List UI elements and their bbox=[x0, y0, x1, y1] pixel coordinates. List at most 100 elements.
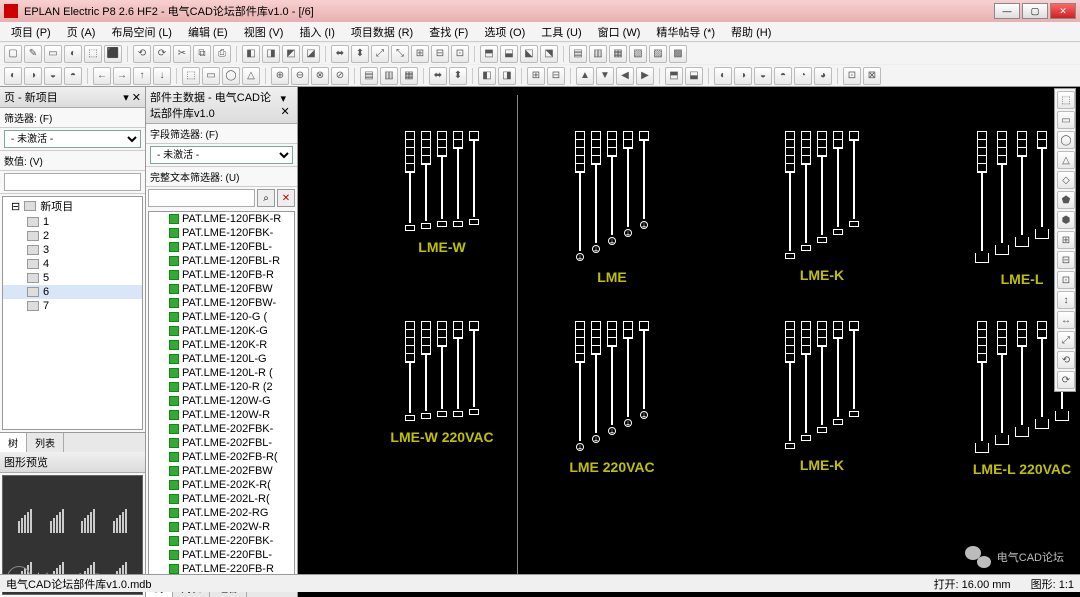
toolbar-button[interactable]: ▤ bbox=[360, 67, 378, 85]
toolbar-button[interactable]: ▩ bbox=[669, 45, 687, 63]
toolbar-button[interactable]: ◑ bbox=[734, 67, 752, 85]
panel-pin-icon[interactable]: ▾ ✕ bbox=[281, 92, 294, 118]
numeric-input[interactable] bbox=[4, 173, 141, 191]
part-item[interactable]: PAT.LME-202FBK- bbox=[149, 422, 294, 436]
part-item[interactable]: PAT.LME-120K-R bbox=[149, 338, 294, 352]
tree-page[interactable]: 7 bbox=[3, 299, 142, 313]
toolbar-button[interactable]: ▥ bbox=[589, 45, 607, 63]
toolbar-button[interactable]: ⊖ bbox=[291, 67, 309, 85]
menu-item[interactable]: 视图 (V) bbox=[237, 22, 291, 42]
toolbar-button[interactable]: ◩ bbox=[282, 45, 300, 63]
tab-list[interactable]: 列表 bbox=[27, 433, 64, 452]
toolbar-button[interactable]: ▧ bbox=[629, 45, 647, 63]
part-item[interactable]: PAT.LME-120FB-R bbox=[149, 268, 294, 282]
toolbar-button[interactable]: ▥ bbox=[380, 67, 398, 85]
part-item[interactable]: PAT.LME-220FBL- bbox=[149, 548, 294, 562]
tool-button[interactable]: ↔ bbox=[1057, 311, 1075, 329]
filter-apply-button[interactable]: ⌕ bbox=[257, 189, 275, 207]
part-item[interactable]: PAT.LME-120W-G bbox=[149, 394, 294, 408]
tool-button[interactable]: ⊟ bbox=[1057, 251, 1075, 269]
part-item[interactable]: PAT.LME-202FBW bbox=[149, 464, 294, 478]
part-item[interactable]: PAT.LME-120FBL-R bbox=[149, 254, 294, 268]
tool-button[interactable]: ▭ bbox=[1057, 111, 1075, 129]
toolbar-button[interactable]: ⊟ bbox=[547, 67, 565, 85]
part-item[interactable]: PAT.LME-120FBK-R bbox=[149, 212, 294, 226]
tool-button[interactable]: ↕ bbox=[1057, 291, 1075, 309]
tool-button[interactable]: ⊞ bbox=[1057, 231, 1075, 249]
toolbar-button[interactable]: ⤢ bbox=[371, 45, 389, 63]
part-item[interactable]: PAT.LME-202L-R( bbox=[149, 492, 294, 506]
filter-combo[interactable]: - 未激活 - bbox=[4, 130, 141, 148]
toolbar-button[interactable]: ◯ bbox=[222, 67, 240, 85]
close-button[interactable]: ✕ bbox=[1050, 3, 1076, 19]
menu-item[interactable]: 项目 (P) bbox=[4, 22, 58, 42]
tool-button[interactable]: ⬟ bbox=[1057, 191, 1075, 209]
menu-item[interactable]: 帮助 (H) bbox=[724, 22, 778, 42]
toolbar-button[interactable]: ⎙ bbox=[213, 45, 231, 63]
part-item[interactable]: PAT.LME-120-G ( bbox=[149, 310, 294, 324]
toolbar-button[interactable]: ⊟ bbox=[431, 45, 449, 63]
filter-clear-button[interactable]: ✕ bbox=[277, 189, 295, 207]
toolbar-button[interactable]: ⊞ bbox=[527, 67, 545, 85]
fulltext-filter-input[interactable] bbox=[148, 189, 255, 207]
part-item[interactable]: PAT.LME-120FBW bbox=[149, 282, 294, 296]
toolbar-button[interactable]: ◧ bbox=[478, 67, 496, 85]
toolbar-button[interactable]: ← bbox=[93, 67, 111, 85]
toolbar-button[interactable]: ◐ bbox=[64, 45, 82, 63]
tool-button[interactable]: ⬚ bbox=[1057, 91, 1075, 109]
toolbar-button[interactable]: ▨ bbox=[649, 45, 667, 63]
toolbar-button[interactable]: ⬚ bbox=[84, 45, 102, 63]
tool-button[interactable]: ⊡ bbox=[1057, 271, 1075, 289]
tab-tree[interactable]: 树 bbox=[0, 433, 27, 452]
toolbar-button[interactable]: △ bbox=[242, 67, 260, 85]
tree-page[interactable]: 5 bbox=[3, 271, 142, 285]
menu-item[interactable]: 项目数据 (R) bbox=[344, 22, 420, 42]
menu-item[interactable]: 布局空间 (L) bbox=[104, 22, 179, 42]
toolbar-button[interactable]: ◒ bbox=[754, 67, 772, 85]
toolbar-button[interactable]: ⬒ bbox=[480, 45, 498, 63]
toolbar-button[interactable]: ⊡ bbox=[843, 67, 861, 85]
part-item[interactable]: PAT.LME-120FBL- bbox=[149, 240, 294, 254]
toolbar-button[interactable]: ▼ bbox=[596, 67, 614, 85]
toolbar-button[interactable]: ◨ bbox=[498, 67, 516, 85]
toolbar-button[interactable]: ⬚ bbox=[182, 67, 200, 85]
panel-pin-icon[interactable]: ▾ ✕ bbox=[123, 91, 141, 104]
toolbar-button[interactable]: ◔ bbox=[794, 67, 812, 85]
toolbar-button[interactable]: ⬓ bbox=[685, 67, 703, 85]
part-item[interactable]: PAT.LME-120L-G bbox=[149, 352, 294, 366]
tool-button[interactable]: △ bbox=[1057, 151, 1075, 169]
toolbar-button[interactable]: ⟲ bbox=[133, 45, 151, 63]
part-item[interactable]: PAT.LME-120FBW- bbox=[149, 296, 294, 310]
toolbar-button[interactable]: ↑ bbox=[133, 67, 151, 85]
toolbar-button[interactable]: ⊘ bbox=[331, 67, 349, 85]
part-item[interactable]: PAT.LME-202K-R( bbox=[149, 478, 294, 492]
toolbar-button[interactable]: ▭ bbox=[44, 45, 62, 63]
toolbar-button[interactable]: ▦ bbox=[609, 45, 627, 63]
tree-project[interactable]: ⊟新项目 bbox=[3, 197, 142, 215]
part-item[interactable]: PAT.LME-220FBK- bbox=[149, 534, 294, 548]
toolbar-button[interactable]: ◐ bbox=[714, 67, 732, 85]
tree-page[interactable]: 1 bbox=[3, 215, 142, 229]
toolbar-button[interactable]: ◒ bbox=[44, 67, 62, 85]
toolbar-button[interactable]: ⊕ bbox=[271, 67, 289, 85]
tool-button[interactable]: ⤢ bbox=[1057, 331, 1075, 349]
toolbar-button[interactable]: ⬓ bbox=[500, 45, 518, 63]
toolbar-button[interactable]: ⬌ bbox=[429, 67, 447, 85]
toolbar-button[interactable]: ✂ bbox=[173, 45, 191, 63]
tool-button[interactable]: ◯ bbox=[1057, 131, 1075, 149]
part-item[interactable]: PAT.LME-120K-G bbox=[149, 324, 294, 338]
toolbar-button[interactable]: ⤡ bbox=[391, 45, 409, 63]
field-filter-combo[interactable]: - 未激活 - bbox=[150, 146, 293, 164]
toolbar-button[interactable]: ▤ bbox=[569, 45, 587, 63]
menu-item[interactable]: 工具 (U) bbox=[534, 22, 588, 42]
toolbar-button[interactable]: ▦ bbox=[400, 67, 418, 85]
menu-item[interactable]: 查找 (F) bbox=[422, 22, 475, 42]
pages-tree[interactable]: ⊟新项目1234567 bbox=[2, 196, 143, 430]
toolbar-button[interactable]: ▢ bbox=[4, 45, 22, 63]
toolbar-button[interactable]: ↓ bbox=[153, 67, 171, 85]
part-item[interactable]: PAT.LME-202FB-R( bbox=[149, 450, 294, 464]
menu-item[interactable]: 精华帖导 (*) bbox=[649, 22, 722, 42]
toolbar-button[interactable]: ◪ bbox=[302, 45, 320, 63]
drawing-canvas[interactable]: LME-W⏚⏚⏚⏚⏚LMELME-KLME-LLME-W 220VAC⏚⏚⏚⏚⏚… bbox=[298, 87, 1080, 597]
toolbar-button[interactable]: ▲ bbox=[576, 67, 594, 85]
